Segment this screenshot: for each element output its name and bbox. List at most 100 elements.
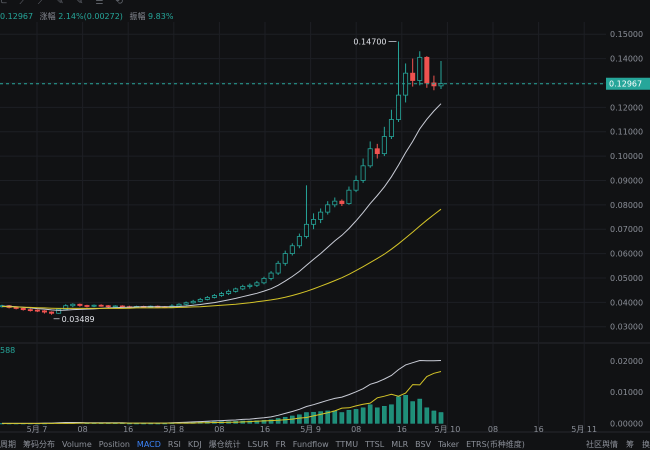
tab-15[interactable]: Taker: [438, 440, 459, 449]
candle-body: [417, 56, 423, 81]
candle-body: [77, 303, 83, 306]
toolbar-icon-1[interactable]: ⟋: [20, 0, 38, 7]
high-annotation-label: 0.14700: [353, 38, 386, 47]
candle-body: [303, 223, 309, 237]
candle-body: [360, 165, 366, 181]
macd-histogram-bar: [374, 407, 380, 424]
tab-3[interactable]: Position: [99, 440, 130, 449]
candle-body: [84, 305, 90, 307]
tab-7[interactable]: 爆仓统计: [209, 440, 241, 449]
ma-fast-line: [2, 103, 442, 311]
amplitude-value: 9.83%: [148, 12, 174, 21]
price-tick-label: 0.04000: [610, 298, 643, 307]
price-tick-label: 0.11000: [610, 128, 643, 137]
amplitude-label: 振幅: [129, 12, 146, 21]
right-tab-2[interactable]: 换: [642, 440, 650, 449]
macd-histogram-bar: [417, 398, 423, 424]
low-annotation-label: 0.03489: [62, 315, 95, 324]
price-tick-label: 0.05000: [610, 274, 643, 283]
candle-body: [91, 304, 97, 307]
right-tabs[interactable]: 社区舆情筹换: [578, 439, 650, 450]
right-tab-1[interactable]: 筹: [626, 440, 634, 449]
candle-body: [204, 297, 210, 300]
candle-body: [233, 288, 239, 292]
candle-body: [388, 119, 394, 137]
macd-tick-label: 0.02000: [610, 357, 643, 366]
tab-0[interactable]: 周期: [0, 440, 16, 449]
ohlc-legend: 0.12967 涨幅 2.14%(0.00272) 振幅 9.83%: [0, 11, 173, 22]
candle-body: [410, 72, 416, 81]
tab-8[interactable]: LSUR: [248, 440, 269, 449]
toolbar-icon-6[interactable]: ⟲: [115, 0, 135, 7]
macd-histogram-bar: [389, 404, 394, 424]
time-tick-label: 08: [214, 425, 224, 434]
price-tick-label: 0.03000: [610, 323, 643, 332]
time-tick-label: 5月 10: [434, 425, 460, 434]
macd-panel[interactable]: [0, 359, 444, 425]
time-tick-label: 5月 9: [300, 425, 321, 434]
trading-chart[interactable]: 0.150000.140000.130000.120000.110000.100…: [0, 0, 650, 447]
candle-body: [119, 305, 125, 308]
change-value: 2.14%(0.00272): [58, 12, 123, 21]
toolbar-icon-4[interactable]: ✎: [76, 0, 96, 7]
time-tick-label: 16: [397, 425, 407, 434]
candle-body: [367, 148, 373, 167]
candle-body: [105, 305, 111, 308]
time-tick-label: 08: [78, 425, 88, 434]
candle-body: [183, 302, 189, 305]
candle-body: [240, 286, 246, 290]
indicator-tabs[interactable]: 周期 筹码分布 Volume Position MACD RSI KDJ 爆仓统计 LSUR FR…: [0, 439, 532, 449]
candle-body: [13, 307, 19, 309]
tab-14[interactable]: BSV: [415, 440, 431, 449]
macd-histogram-bar: [438, 412, 444, 424]
macd-axis: 0.02000 0.01000 0.00000: [610, 357, 643, 429]
candle-body: [339, 200, 345, 204]
candle-body: [254, 282, 260, 286]
candle-body: [41, 310, 47, 313]
right-tab-0[interactable]: 社区舆情: [586, 440, 618, 449]
time-tick-label: 5月 11: [571, 425, 597, 434]
change-label: 涨幅: [39, 12, 56, 21]
price-axis: 0.150000.140000.130000.120000.110000.100…: [610, 30, 643, 332]
time-tick-label: 08: [488, 425, 498, 434]
tab-11[interactable]: TTMU: [336, 440, 358, 449]
candle-body: [332, 200, 338, 206]
candle-body: [424, 56, 430, 84]
macd-histogram-bar: [297, 414, 302, 424]
toolbar-icon-2[interactable]: ⟋: [38, 0, 56, 7]
macd-histogram-bar: [403, 395, 408, 424]
tab-6[interactable]: KDJ: [188, 440, 202, 449]
candle-body: [325, 204, 331, 213]
time-tick-label: 08: [351, 425, 361, 434]
toolbar-icon-3[interactable]: ✎: [56, 0, 76, 7]
time-tick-label: 16: [534, 425, 544, 434]
tab-10[interactable]: Fundflow: [293, 440, 329, 449]
tab-16[interactable]: ETRS(币种维度): [466, 440, 525, 449]
tab-4[interactable]: MACD: [137, 440, 161, 449]
time-tick-label: 16: [260, 425, 270, 434]
macd-tick-label: 0.00000: [610, 419, 643, 428]
toolbar-icon-5[interactable]: ☰: [95, 0, 115, 7]
macd-tick-label: 0.01000: [610, 388, 643, 397]
tab-13[interactable]: MLR: [391, 440, 408, 449]
candle-body: [353, 180, 359, 191]
close-value: 0.12967: [0, 12, 34, 21]
price-tick-label: 0.10000: [610, 152, 643, 161]
time-tick-label: 5月 8: [163, 425, 184, 434]
candle-body: [34, 309, 40, 312]
candle-body: [56, 308, 62, 314]
macd-histogram-bar: [275, 418, 281, 424]
candle-body: [27, 309, 33, 312]
candle-body: [70, 303, 76, 307]
macd-indicator-label: 588: [0, 346, 16, 355]
tab-9[interactable]: FR: [276, 440, 286, 449]
tab-2[interactable]: Volume: [62, 440, 92, 449]
tab-1[interactable]: 筹码分布: [23, 440, 55, 449]
tab-5[interactable]: RSI: [168, 440, 181, 449]
toolbar-icon-0[interactable]: ⊂: [0, 0, 20, 7]
macd-histogram-bar: [431, 410, 437, 424]
macd-histogram-bar: [353, 409, 359, 424]
drawing-toolbar[interactable]: ⊂⟋⟋✎✎☰⟲: [0, 0, 135, 7]
macd-histogram-bar: [360, 407, 366, 424]
tab-12[interactable]: TTSL: [365, 440, 384, 449]
